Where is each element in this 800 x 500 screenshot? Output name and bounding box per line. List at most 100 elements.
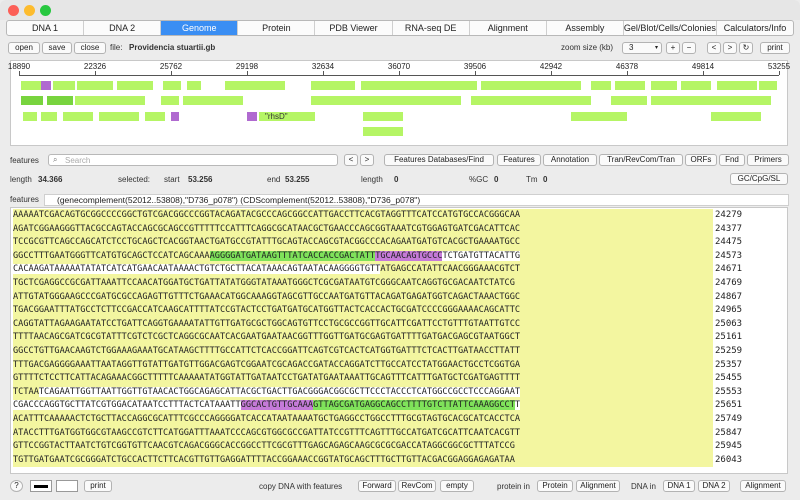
black-swatch[interactable] xyxy=(30,480,52,492)
feature-block[interactable] xyxy=(47,96,73,105)
feature-block[interactable] xyxy=(187,81,201,90)
feature-block[interactable] xyxy=(117,81,153,90)
sequence-row[interactable]: TTTTAACAGCGATCGCGTATTTCGTCTCGCTCAGGCGCAA… xyxy=(13,331,713,345)
save-button[interactable]: save xyxy=(42,42,72,54)
tab-assembly[interactable]: Assembly xyxy=(547,21,624,35)
forward-button[interactable]: Forward xyxy=(358,480,396,492)
protein-button[interactable]: Protein xyxy=(537,480,573,492)
feature-block[interactable] xyxy=(571,112,627,121)
zoom-window-button[interactable] xyxy=(40,5,51,16)
feature-block[interactable] xyxy=(21,96,43,105)
tab-gel-blot-cells-colonies[interactable]: Gel/Blot/Cells/Colonies xyxy=(624,21,717,35)
feature-block[interactable] xyxy=(247,112,257,121)
primers-button[interactable]: Primers xyxy=(747,154,789,166)
tab-dna-2[interactable]: DNA 2 xyxy=(84,21,162,35)
sequence-row[interactable]: TGACGGAATTTATGCCTCTTCCGACCATCAAGCATTTTAT… xyxy=(13,304,713,318)
feature-block[interactable] xyxy=(183,96,243,105)
feature-block[interactable] xyxy=(363,127,403,136)
feature-block[interactable] xyxy=(421,81,477,90)
feature-block[interactable] xyxy=(171,112,179,121)
print-button[interactable]: print xyxy=(760,42,790,54)
tab-alignment[interactable]: Alignment xyxy=(470,21,547,35)
sequence-row[interactable]: GTTTTCTCCTTCATTACAGAAACGGCTTTTTCAAAAATAT… xyxy=(13,372,713,386)
feature-block[interactable] xyxy=(711,112,761,121)
feature-block[interactable] xyxy=(651,81,677,90)
feature-block[interactable] xyxy=(329,81,355,90)
prev-button[interactable]: < xyxy=(707,42,721,54)
orfs-button[interactable]: ORFs xyxy=(685,154,717,166)
feature-block[interactable] xyxy=(615,81,645,90)
feature-block[interactable] xyxy=(53,81,75,90)
feature-block[interactable] xyxy=(99,112,139,121)
sequence-row[interactable]: TCTAATCAGAATTGGTTAATTGGTTGTAACACTGGCAGAG… xyxy=(13,385,713,400)
feature-block[interactable] xyxy=(611,96,647,105)
feature-block[interactable] xyxy=(311,96,391,105)
feature-block[interactable] xyxy=(23,112,37,121)
tab-calculators-info[interactable]: Calculators/Info xyxy=(717,21,793,35)
feature-block[interactable] xyxy=(225,81,285,90)
sequence-view[interactable]: AAAAATCGACAGTGCGGCCCCGGCTGTCGACGGCCCGGTA… xyxy=(10,207,788,474)
sequence-row[interactable]: TCCGCGTTCAGCCAGCATCTCCTGCAGCTCACGGTAACTG… xyxy=(13,236,713,250)
feature-block[interactable] xyxy=(163,81,181,90)
feature-block[interactable] xyxy=(41,112,57,121)
sequence-row[interactable]: AAAAATCGACAGTGCGGCCCCGGCTGTCGACGGCCCGGTA… xyxy=(13,209,713,223)
annotation-button[interactable]: Annotation xyxy=(543,154,597,166)
tran-revcom-button[interactable]: Tran/RevCom/Tran xyxy=(599,154,683,166)
gc-cpg-button[interactable]: GC/CpG/SL xyxy=(730,173,788,185)
zoom-out-button[interactable]: − xyxy=(682,42,696,54)
fnd-button[interactable]: Fnd xyxy=(719,154,745,166)
sequence-row[interactable]: GGCCTGTTGAACAAGTCTGGAAAGAAATGCATAAGCTTTT… xyxy=(13,345,713,359)
close-button[interactable]: close xyxy=(74,42,106,54)
bottom-print-button[interactable]: print xyxy=(84,480,112,492)
refresh-icon[interactable]: ↻ xyxy=(739,42,753,54)
tab-rna-seq-de[interactable]: RNA-seq DE xyxy=(393,21,470,35)
close-window-button[interactable] xyxy=(8,5,19,16)
feature-block[interactable] xyxy=(75,96,145,105)
feature-block[interactable] xyxy=(41,81,51,90)
feature-block[interactable] xyxy=(651,96,771,105)
sequence-row[interactable]: TTTGACGAGGGGAAATTAATAGGTTGTATTGATGTTGGAC… xyxy=(13,358,713,373)
feature-block[interactable] xyxy=(759,81,777,90)
feature-block[interactable] xyxy=(717,81,757,90)
open-button[interactable]: open xyxy=(8,42,40,54)
zoom-in-button[interactable]: + xyxy=(666,42,680,54)
tab-dna-1[interactable]: DNA 1 xyxy=(7,21,85,35)
feature-block[interactable] xyxy=(471,96,591,105)
dna1-button[interactable]: DNA 1 xyxy=(663,480,695,492)
feature-block[interactable] xyxy=(311,81,329,90)
feature-next-button[interactable]: > xyxy=(360,154,374,166)
feature-block[interactable] xyxy=(21,81,43,90)
zoom-select[interactable]: 3 ▾ xyxy=(622,42,662,54)
feature-block[interactable] xyxy=(145,112,165,121)
sequence-row[interactable]: ATTGTATGGGAAGCCCGATGCGCCAGAGTTGTTTCTGAAA… xyxy=(13,290,713,305)
minimize-window-button[interactable] xyxy=(24,5,35,16)
feature-block[interactable] xyxy=(391,96,461,105)
features-db-find-button[interactable]: Features Databases/Find xyxy=(384,154,494,166)
next-button[interactable]: > xyxy=(723,42,737,54)
features-button[interactable]: Features xyxy=(497,154,541,166)
revcom-button[interactable]: RevCom xyxy=(398,480,436,492)
sequence-row[interactable]: TGCTCGAGGCCGCGATTAAATTCCAACATGGATGCTGATT… xyxy=(13,277,713,291)
sequence-row[interactable]: CGACCCAGGTGCTTATCGTGGACATAATCCTTTACTCATA… xyxy=(13,399,713,413)
sequence-row[interactable]: TGTTGATGAATCGCGGGATCTGCCACTTCTTCACGTTGTT… xyxy=(13,453,713,468)
search-input[interactable]: ⌕ Search xyxy=(48,154,338,166)
genome-map[interactable]: 18890 22326 25762 29198 32634 36070 39506 42942… xyxy=(8,60,790,146)
feature-block[interactable] xyxy=(681,81,711,90)
bottom-alignment-button[interactable]: Alignment xyxy=(740,480,786,492)
dna2-button[interactable]: DNA 2 xyxy=(698,480,730,492)
feature-block[interactable] xyxy=(541,81,581,90)
sequence-row[interactable]: CACAAGATAAAAATATATCATCATGAACAATAAAACTGTC… xyxy=(13,263,713,277)
feature-block[interactable] xyxy=(63,112,93,121)
feature-block[interactable] xyxy=(591,81,611,90)
feature-block[interactable] xyxy=(363,112,403,121)
tab-genome[interactable]: Genome xyxy=(161,21,239,35)
sequence-row[interactable]: GTTCCGGTACTTAATCTGTCGGTGTTCAACGTCAGACGGG… xyxy=(13,440,713,454)
feature-prev-button[interactable]: < xyxy=(344,154,358,166)
sequence-row[interactable]: ACATTTCAAAAACTCTGCTTACCAGGCGCATTTCGCCCAG… xyxy=(13,413,713,427)
sequence-row[interactable]: CAGGTATTAGAAGAATATCCTGATTCAGGTGAAAATATTG… xyxy=(13,317,713,332)
alignment-button[interactable]: Alignment xyxy=(576,480,620,492)
feature-block[interactable] xyxy=(361,81,421,90)
sequence-row[interactable]: GGCCTTTGAATGGGTTCATGTGCAGCTCCATCAGCAAAAG… xyxy=(13,249,713,264)
feature-block[interactable] xyxy=(481,81,541,90)
white-swatch[interactable] xyxy=(56,480,78,492)
